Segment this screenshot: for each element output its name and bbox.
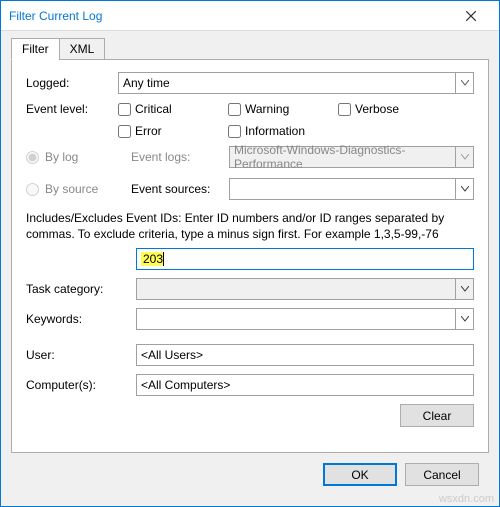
- logged-dropdown[interactable]: Any time: [118, 72, 474, 94]
- label-event-level: Event level:: [26, 102, 118, 116]
- computers-input[interactable]: [136, 374, 474, 396]
- window-title: Filter Current Log: [9, 9, 451, 23]
- dialog-buttonbar: OK Cancel: [11, 453, 489, 496]
- chevron-down-icon: [455, 179, 473, 199]
- event-logs-dropdown: Microsoft-Windows-Diagnostics-Performanc…: [229, 146, 474, 168]
- check-critical[interactable]: Critical: [118, 102, 208, 116]
- event-level-checks: Critical Warning Verbose: [118, 102, 474, 116]
- check-warning[interactable]: Warning: [228, 102, 318, 116]
- label-task-category: Task category:: [26, 282, 136, 296]
- check-information[interactable]: Information: [228, 124, 348, 138]
- event-level-checks-2: Error Information: [118, 124, 474, 138]
- tab-strip: Filter XML: [11, 38, 489, 60]
- chevron-down-icon: [455, 309, 473, 329]
- close-icon: [466, 11, 476, 21]
- tab-pane-filter: Logged: Any time Event level: Critical W…: [11, 59, 489, 453]
- label-keywords: Keywords:: [26, 312, 136, 326]
- label-event-sources: Event sources:: [131, 182, 223, 196]
- row-event-id: 203: [26, 248, 474, 270]
- ok-button[interactable]: OK: [323, 463, 397, 486]
- row-task-category: Task category:: [26, 278, 474, 300]
- check-error[interactable]: Error: [118, 124, 208, 138]
- row-by-log: By log Event logs: Microsoft-Windows-Dia…: [26, 146, 474, 168]
- task-category-dropdown: [136, 278, 474, 300]
- event-id-input[interactable]: 203: [136, 248, 474, 270]
- label-user: User:: [26, 348, 136, 362]
- checkbox-critical[interactable]: [118, 103, 131, 116]
- row-user: User:: [26, 344, 474, 366]
- logged-value: Any time: [123, 76, 170, 90]
- chevron-down-icon: [455, 147, 473, 167]
- label-computers: Computer(s):: [26, 378, 136, 392]
- radio-by-source: [26, 183, 39, 196]
- row-clear: Clear: [26, 404, 474, 427]
- user-input[interactable]: [136, 344, 474, 366]
- chevron-down-icon: [455, 279, 473, 299]
- event-sources-dropdown[interactable]: [229, 178, 474, 200]
- row-logged: Logged: Any time: [26, 72, 474, 94]
- dialog-window: Filter Current Log Filter XML Logged: An…: [0, 0, 500, 507]
- titlebar: Filter Current Log: [1, 1, 499, 31]
- row-keywords: Keywords:: [26, 308, 474, 330]
- label-by-source: By source: [45, 182, 123, 196]
- label-event-logs: Event logs:: [131, 150, 223, 164]
- cancel-button[interactable]: Cancel: [405, 463, 479, 486]
- event-id-hint: Includes/Excludes Event IDs: Enter ID nu…: [26, 210, 474, 242]
- row-event-level: Event level: Critical Warning Verbose: [26, 102, 474, 116]
- checkbox-error[interactable]: [118, 125, 131, 138]
- label-by-log: By log: [45, 150, 123, 164]
- row-by-source: By source Event sources:: [26, 178, 474, 200]
- row-event-level-2: Error Information: [26, 124, 474, 138]
- label-logged: Logged:: [26, 76, 118, 90]
- checkbox-warning[interactable]: [228, 103, 241, 116]
- radio-by-log: [26, 151, 39, 164]
- row-computers: Computer(s):: [26, 374, 474, 396]
- close-button[interactable]: [451, 2, 491, 30]
- checkbox-verbose[interactable]: [338, 103, 351, 116]
- check-verbose[interactable]: Verbose: [338, 102, 428, 116]
- event-id-value: 203: [141, 252, 164, 266]
- checkbox-information[interactable]: [228, 125, 241, 138]
- tab-xml[interactable]: XML: [59, 38, 106, 60]
- clear-button[interactable]: Clear: [400, 404, 474, 427]
- event-logs-value: Microsoft-Windows-Diagnostics-Performanc…: [234, 143, 469, 171]
- chevron-down-icon: [455, 73, 473, 93]
- keywords-dropdown[interactable]: [136, 308, 474, 330]
- dialog-body: Filter XML Logged: Any time Event level:…: [1, 31, 499, 506]
- tab-filter[interactable]: Filter: [11, 38, 60, 60]
